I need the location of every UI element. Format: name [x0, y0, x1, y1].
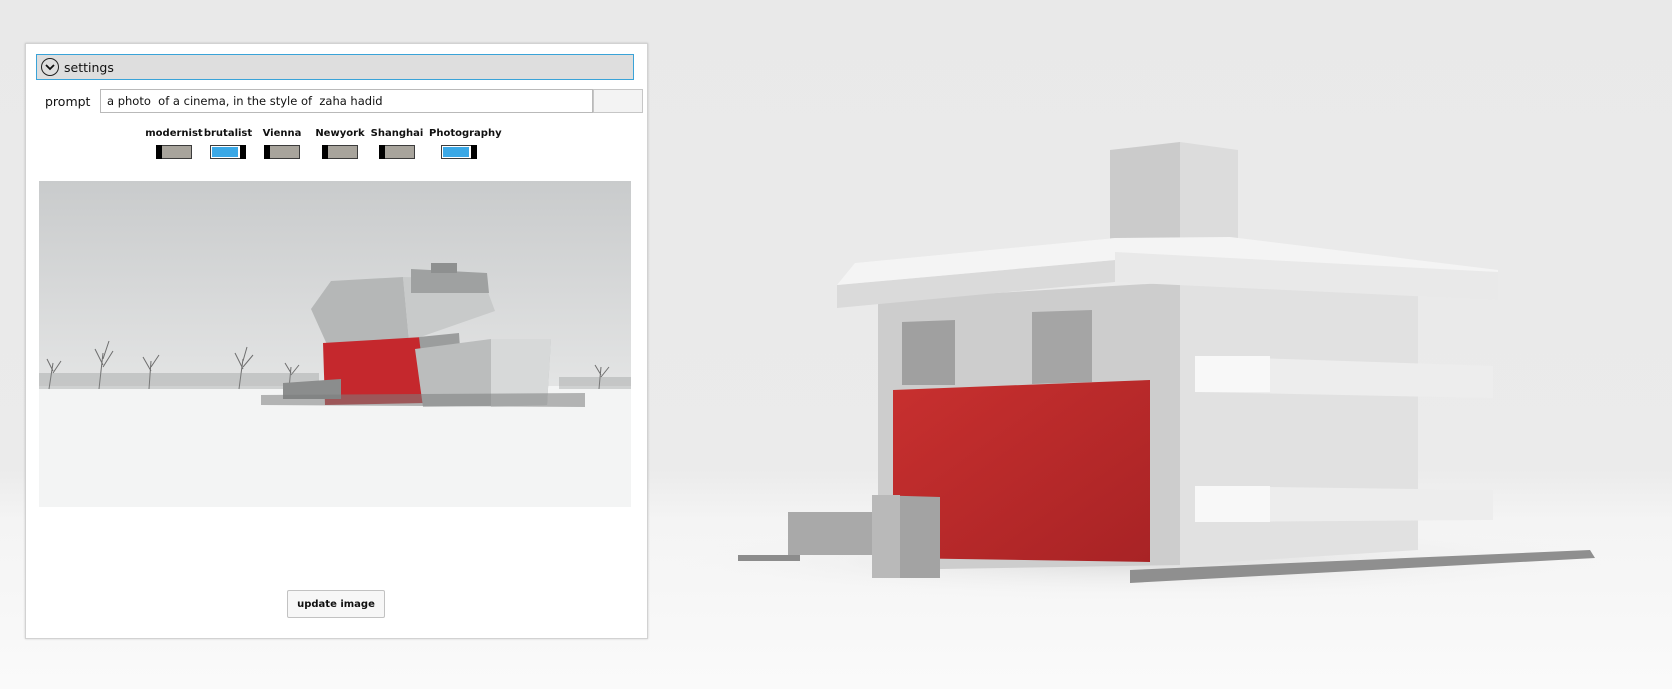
toggle-label: modernist	[145, 128, 203, 139]
toggle-vienna: Vienna	[252, 128, 312, 168]
update-image-button[interactable]: update image	[287, 590, 385, 618]
brutalist-switch[interactable]	[210, 145, 246, 159]
newyork-switch[interactable]	[322, 145, 358, 159]
toggle-label: Newyork	[315, 128, 365, 139]
building-model[interactable]	[670, 142, 1610, 600]
style-toggles: modernist brutalist Vienna Newyork Shang…	[26, 128, 647, 168]
vienna-switch[interactable]	[264, 145, 300, 159]
toggle-label: Photography	[429, 128, 502, 139]
settings-header[interactable]: settings	[36, 54, 634, 80]
prompt-submit-button[interactable]	[593, 89, 643, 113]
prompt-row: prompt	[36, 87, 648, 115]
settings-panel: settings prompt modernist brutalist Vien…	[25, 43, 648, 639]
toggle-modernist: modernist	[144, 128, 204, 168]
generated-image	[39, 181, 631, 507]
toggle-newyork: Newyork	[310, 128, 370, 168]
toggle-shanghai: Shanghai	[367, 128, 427, 168]
shanghai-switch[interactable]	[379, 145, 415, 159]
toggle-label: Shanghai	[370, 128, 424, 139]
prompt-label: prompt	[45, 94, 91, 109]
toggle-brutalist: brutalist	[198, 128, 258, 168]
settings-title: settings	[64, 59, 114, 75]
chevron-down-icon[interactable]	[41, 58, 59, 76]
toggle-photography: Photography	[429, 128, 502, 168]
toggle-label: brutalist	[203, 128, 253, 139]
modernist-switch[interactable]	[156, 145, 192, 159]
photography-switch[interactable]	[441, 145, 477, 159]
toggle-label: Vienna	[262, 128, 302, 139]
prompt-input[interactable]	[100, 89, 593, 113]
